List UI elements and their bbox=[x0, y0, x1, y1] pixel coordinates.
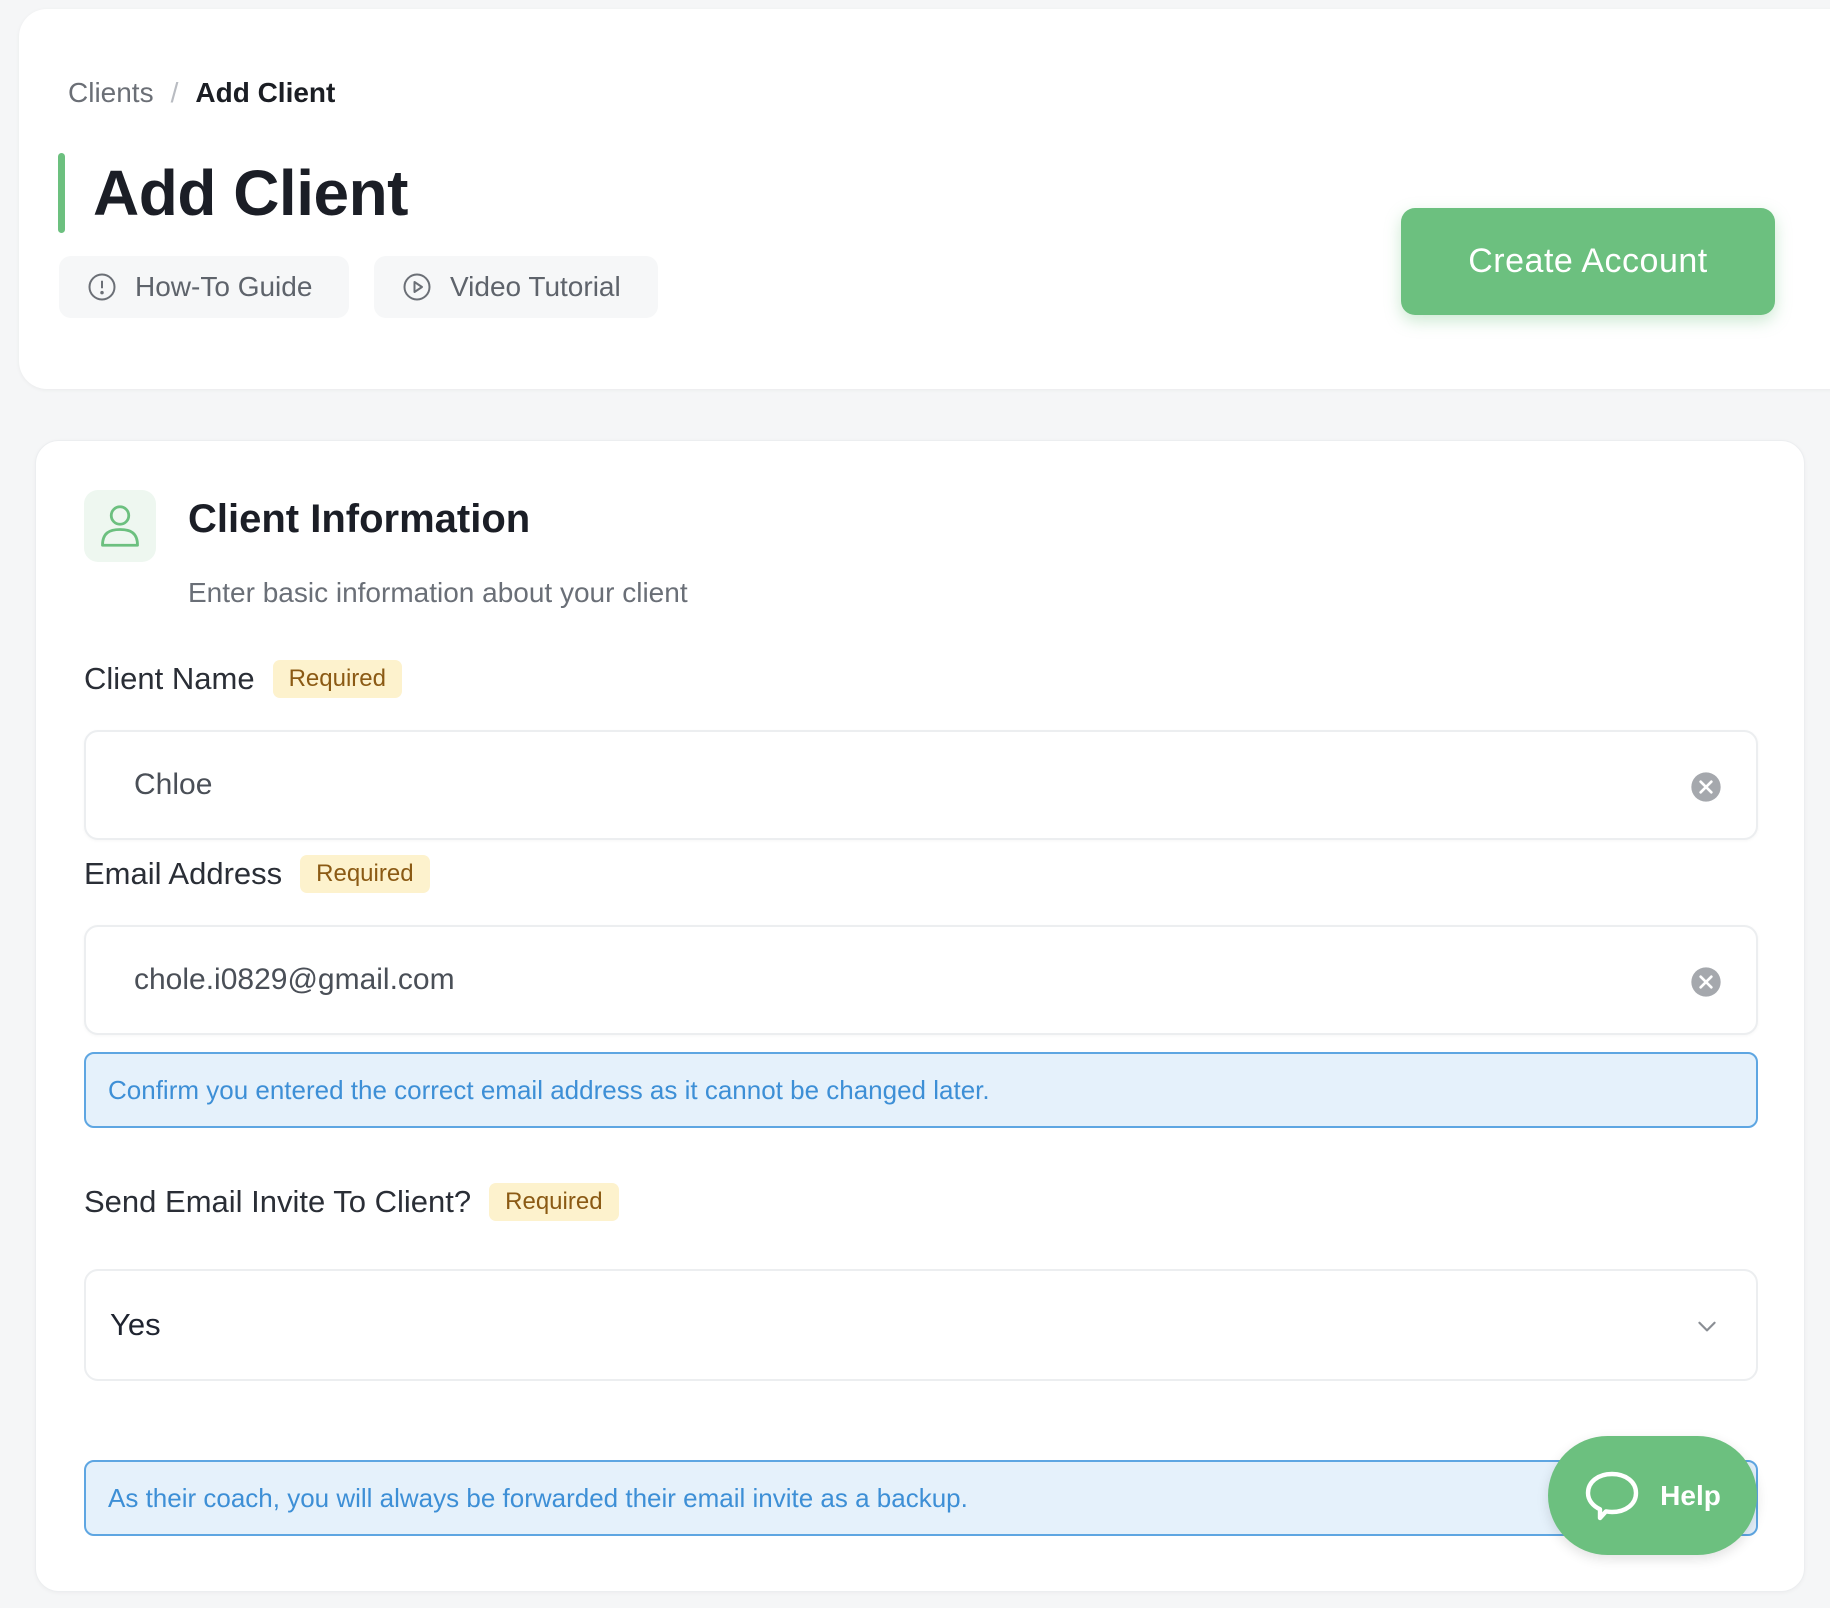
client-name-label-text: Client Name bbox=[84, 661, 255, 696]
page: Clients / Add Client Add Client How-To G… bbox=[0, 0, 1830, 1608]
client-name-input[interactable]: Chloe bbox=[84, 730, 1758, 840]
client-name-value: Chloe bbox=[134, 768, 213, 801]
play-circle-icon bbox=[403, 273, 431, 301]
clear-circle-icon[interactable] bbox=[1690, 966, 1722, 998]
info-circle-icon bbox=[88, 273, 116, 301]
help-label: Help bbox=[1660, 1479, 1721, 1511]
email-warning-notice: Confirm you entered the correct email ad… bbox=[84, 1052, 1758, 1128]
title-accent-bar bbox=[58, 153, 65, 233]
send-invite-label: Send Email Invite To Client? Required bbox=[84, 1183, 619, 1221]
help-button[interactable]: Help bbox=[1548, 1436, 1757, 1555]
how-to-guide-button[interactable]: How-To Guide bbox=[59, 256, 349, 318]
section-subtitle: Enter basic information about your clien… bbox=[188, 577, 688, 608]
how-to-guide-label: How-To Guide bbox=[135, 271, 313, 302]
page-title-wrap: Add Client bbox=[58, 153, 408, 233]
email-input[interactable]: chole.i0829@gmail.com bbox=[84, 925, 1758, 1035]
breadcrumb-current: Add Client bbox=[195, 77, 336, 108]
user-icon bbox=[101, 505, 139, 547]
send-invite-label-text: Send Email Invite To Client? bbox=[84, 1184, 472, 1219]
email-label-text: Email Address bbox=[84, 856, 283, 891]
required-badge: Required bbox=[272, 660, 402, 698]
breadcrumb-clients-link[interactable]: Clients bbox=[68, 77, 154, 109]
invite-backup-notice: As their coach, you will always be forwa… bbox=[84, 1460, 1758, 1536]
required-badge: Required bbox=[489, 1183, 619, 1221]
email-value: chole.i0829@gmail.com bbox=[134, 963, 455, 996]
video-tutorial-button[interactable]: Video Tutorial bbox=[374, 256, 658, 318]
section-title: Client Information bbox=[188, 497, 531, 541]
client-information-card: Client Information Enter basic informati… bbox=[35, 440, 1805, 1592]
send-invite-select[interactable]: Yes bbox=[84, 1269, 1758, 1381]
header-card: Clients / Add Client Add Client How-To G… bbox=[19, 9, 1830, 389]
client-name-label: Client Name Required bbox=[84, 660, 402, 698]
video-tutorial-label: Video Tutorial bbox=[450, 271, 621, 302]
email-label: Email Address Required bbox=[84, 855, 430, 893]
breadcrumb-separator: / bbox=[170, 77, 179, 108]
required-badge: Required bbox=[300, 855, 430, 893]
chevron-down-icon bbox=[1698, 1321, 1716, 1332]
chat-bubble-icon bbox=[1585, 1471, 1639, 1520]
section-icon-tile bbox=[84, 490, 156, 562]
page-title: Add Client bbox=[93, 157, 408, 229]
breadcrumb: Clients / Add Client bbox=[68, 77, 335, 109]
create-account-button[interactable]: Create Account bbox=[1401, 208, 1775, 315]
send-invite-selected-value: Yes bbox=[110, 1307, 161, 1342]
clear-circle-icon[interactable] bbox=[1690, 771, 1722, 803]
